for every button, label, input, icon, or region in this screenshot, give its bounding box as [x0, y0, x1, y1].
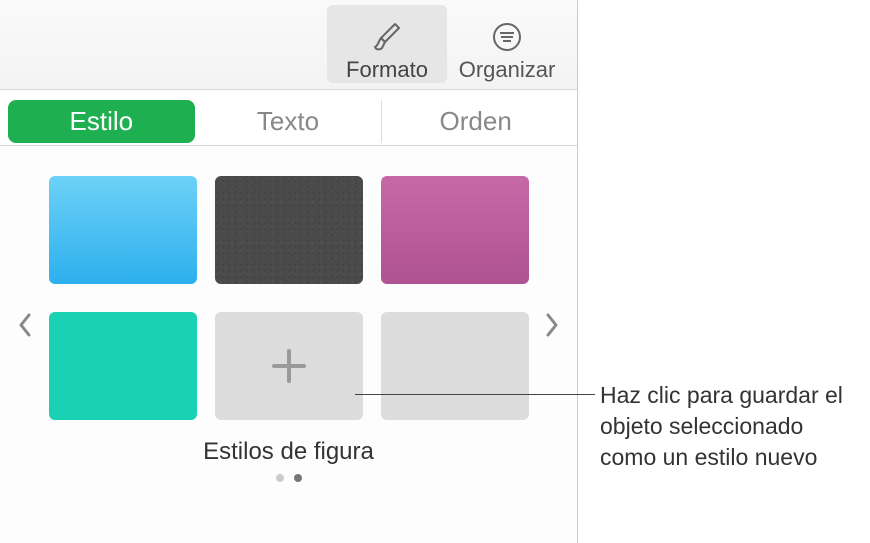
tab-order[interactable]: Orden	[382, 100, 569, 143]
page-dot-2[interactable]	[294, 474, 302, 482]
pagination-dots	[50, 474, 527, 482]
callout-leader-line	[355, 394, 595, 395]
chevron-right-icon[interactable]	[537, 311, 567, 345]
callout-text: Haz clic para guardar el objeto seleccio…	[600, 380, 860, 473]
style-swatch-teal[interactable]	[49, 312, 197, 420]
chevron-left-icon[interactable]	[10, 311, 40, 345]
tab-style[interactable]: Estilo	[8, 100, 195, 143]
shape-styles-area: Estilos de figura	[0, 146, 577, 492]
style-swatch-magenta[interactable]	[381, 176, 529, 284]
inspector-panel: Formato Organizar Estilo Texto Orden	[0, 0, 578, 543]
plus-icon	[266, 343, 312, 389]
organize-button[interactable]: Organizar	[447, 5, 567, 83]
style-swatch-charcoal-texture[interactable]	[215, 176, 363, 284]
style-swatch-sky-blue[interactable]	[49, 176, 197, 284]
format-button[interactable]: Formato	[327, 5, 447, 83]
sub-tabs: Estilo Texto Orden	[0, 90, 577, 146]
page-dot-1[interactable]	[276, 474, 284, 482]
styles-section-title: Estilos de figura	[50, 438, 527, 466]
style-swatch-empty[interactable]	[381, 312, 529, 420]
tab-text[interactable]: Texto	[195, 100, 383, 143]
paintbrush-icon	[370, 17, 404, 57]
organize-label: Organizar	[459, 57, 556, 83]
top-toolbar: Formato Organizar	[0, 0, 577, 90]
organize-icon	[490, 17, 524, 57]
add-style-button[interactable]	[215, 312, 363, 420]
format-label: Formato	[346, 57, 428, 83]
style-swatch-grid	[50, 176, 527, 420]
